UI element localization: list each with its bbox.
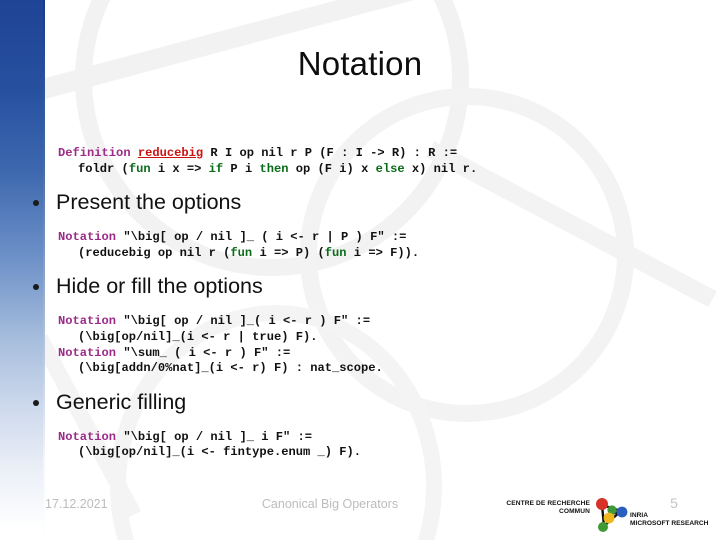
code-line: (\big[addn/0%nat]_(i <- r) F) : nat_scop… <box>0 361 720 377</box>
logo-crc-line2: COMMUN <box>559 508 590 515</box>
bullet-generic-filling: Generic filling <box>0 388 720 417</box>
code-notation-big-nofilter: Notation "\big[ op / nil ]_( i <- r ) F"… <box>0 314 720 376</box>
logo-crc-line1: CENTRE DE RECHERCHE <box>506 500 590 507</box>
code-line: Notation "\big[ op / nil ]_ i F" := <box>0 430 720 446</box>
crc-inria-microsoft-logo: CENTRE DE RECHERCHE COMMUN INRIA MICROSO… <box>490 496 708 536</box>
code-token: "\big[ op / nil ]_ i F" := <box>116 429 313 444</box>
code-token-kw-grn: else <box>375 161 405 176</box>
code-line: Notation "\big[ op / nil ]_ ( i <- r | P… <box>0 230 720 246</box>
page-number: 5 <box>670 495 678 511</box>
code-token: i => F)). <box>346 245 420 260</box>
page-title: Notation <box>297 45 423 82</box>
code-token: x) nil r. <box>404 161 478 176</box>
code-token-kw-grn: then <box>259 161 289 176</box>
footer-title: Canonical Big Operators <box>261 497 399 511</box>
code-token: "\sum_ ( i <- r ) F" := <box>116 345 291 360</box>
logo-org-text: INRIA MICROSOFT RESEARCH <box>630 512 718 528</box>
code-token-kw-def: Definition <box>58 146 131 160</box>
code-token: "\big[ op / nil ]_( i <- r ) F" := <box>116 314 371 329</box>
code-token: P i <box>223 161 260 176</box>
logo-crc-text: CENTRE DE RECHERCHE COMMUN <box>490 500 590 516</box>
bullet-present-the-options: Present the options <box>0 188 720 217</box>
logo-org-line2: MICROSOFT RESEARCH <box>630 520 709 528</box>
code-token: "\big[ op / nil ]_ ( i <- r | P ) F" := <box>116 230 407 245</box>
bullet-dot-icon <box>33 200 39 207</box>
code-line: Definition reducebig R I op nil r P (F :… <box>0 146 720 162</box>
code-token: (\big[op/nil]_(i <- r | true) F). <box>78 329 318 344</box>
bullet-dot-icon <box>33 399 39 406</box>
code-token: (reducebig op nil r ( <box>78 245 231 260</box>
code-line: (\big[op/nil]_(i <- r | true) F). <box>0 330 720 346</box>
code-line: Notation "\big[ op / nil ]_( i <- r ) F"… <box>0 314 720 330</box>
code-token: (\big[op/nil]_(i <- fintype.enum _) F). <box>78 445 362 460</box>
logo-org-line1: INRIA <box>630 512 648 519</box>
molecule-icon <box>596 498 628 532</box>
code-token: R I op nil r P (F : I -> R) : R := <box>203 146 458 160</box>
code-token: (\big[addn/0%nat]_(i <- r) F) : nat_scop… <box>78 361 383 376</box>
code-notation-big-filter: Notation "\big[ op / nil ]_ ( i <- r | P… <box>0 230 720 261</box>
code-token: op (F i) x <box>288 161 376 176</box>
bullet-label: Hide or fill the options <box>56 274 263 299</box>
code-token-kw-not: Notation <box>58 429 117 444</box>
code-token-kw-grn: if <box>208 161 224 176</box>
code-token-kw-grn: fun <box>230 245 253 260</box>
code-token-kw-grn: fun <box>324 245 347 260</box>
footer-date: 17.12.2021 <box>45 497 108 511</box>
slide-footer: 17.12.2021 Canonical Big Operators CENTR… <box>0 494 720 540</box>
code-line: (reducebig op nil r (fun i => P) (fun i … <box>0 246 720 262</box>
bullet-dot-icon <box>33 284 39 291</box>
bullet-hide-or-fill-the-options: Hide or fill the options <box>0 272 720 301</box>
code-line: foldr (fun i x => if P i then op (F i) x… <box>0 162 720 178</box>
code-definition-reducebig: Definition reducebig R I op nil r P (F :… <box>0 146 720 177</box>
code-token: i x => <box>150 161 209 176</box>
code-token-kw-grn: fun <box>128 161 151 176</box>
slide-body: Definition reducebig R I op nil r P (F :… <box>0 146 720 461</box>
code-token: i => P) ( <box>252 245 325 260</box>
code-token: foldr ( <box>78 161 129 176</box>
code-token-kw-not: Notation <box>58 314 117 329</box>
bullet-label: Generic filling <box>56 389 187 414</box>
bullet-label: Present the options <box>56 190 242 215</box>
code-notation-generic-filling: Notation "\big[ op / nil ]_ i F" := (\big… <box>0 430 720 461</box>
code-token-kw-not: Notation <box>58 230 117 245</box>
code-line: (\big[op/nil]_(i <- fintype.enum _) F). <box>0 445 720 461</box>
slide-canvas: Notation Definition reducebig R I op nil… <box>0 0 720 540</box>
code-token-kw-not: Notation <box>58 345 117 360</box>
code-token-err: reducebig <box>137 146 204 160</box>
code-line: Notation "\sum_ ( i <- r ) F" := <box>0 346 720 362</box>
